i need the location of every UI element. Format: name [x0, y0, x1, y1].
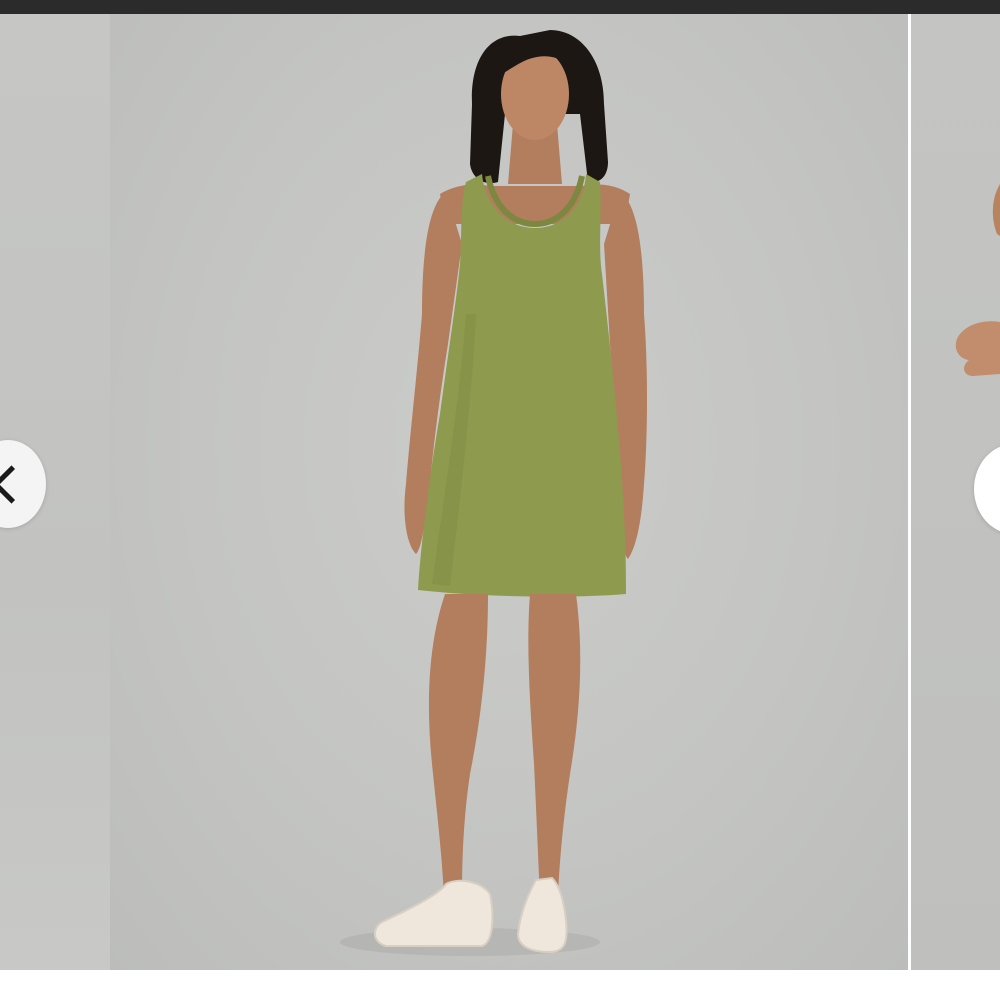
left-shoe: [374, 879, 494, 947]
bottom-bar: [0, 970, 1000, 1000]
hand: [955, 321, 1000, 376]
chevron-left-icon: [0, 465, 31, 504]
main-product-image: [110, 14, 908, 970]
model-photo: [340, 30, 647, 956]
image-carousel[interactable]: [0, 14, 1000, 970]
right-shoe: [516, 876, 568, 954]
left-leg: [428, 594, 488, 896]
arm-edge: [992, 184, 1000, 236]
right-leg: [528, 594, 581, 896]
top-bar: [0, 0, 1000, 14]
product-gallery-page: [0, 0, 1000, 1000]
